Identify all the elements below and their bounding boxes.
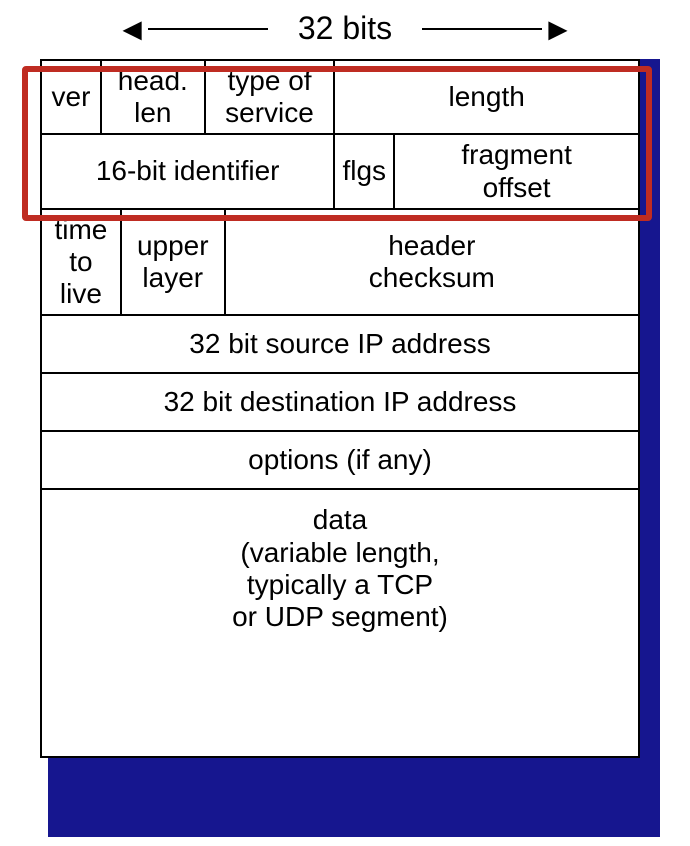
field-label: fragment offset: [461, 139, 572, 202]
ip-header-table: ver head. len type of service length 16-…: [40, 59, 640, 758]
field-length: length: [334, 60, 639, 134]
field-label: time to live: [54, 214, 107, 309]
field-ver: ver: [41, 60, 101, 134]
field-dest-ip: 32 bit destination IP address: [41, 373, 639, 431]
field-ttl: time to live: [41, 209, 121, 316]
table-row: data (variable length, typically a TCP o…: [41, 489, 639, 757]
arrow-left-icon: ◄: [116, 13, 148, 45]
field-source-ip: 32 bit source IP address: [41, 315, 639, 373]
field-label: upper layer: [137, 230, 209, 293]
diagram-stack: ver head. len type of service length 16-…: [30, 59, 650, 758]
field-upper-layer: upper layer: [121, 209, 225, 316]
field-head-len: head. len: [101, 60, 205, 134]
field-label: flgs: [342, 155, 386, 186]
field-header-checksum: header checksum: [225, 209, 639, 316]
arrow-right-group: ►: [422, 13, 574, 45]
field-label: head. len: [118, 65, 188, 128]
field-tos: type of service: [205, 60, 335, 134]
field-label: 32 bit destination IP address: [164, 386, 517, 417]
field-label: type of service: [225, 65, 314, 128]
field-label: 16-bit identifier: [96, 155, 280, 186]
arrow-right-icon: ►: [542, 13, 574, 45]
width-caption-row: ◄ 32 bits ►: [10, 10, 680, 47]
arrow-left-group: ◄: [116, 13, 268, 45]
arrow-left-line: [148, 28, 268, 30]
ip-header-diagram: ◄ 32 bits ► ver head. len type: [10, 10, 680, 758]
table-row: 32 bit source IP address: [41, 315, 639, 373]
field-label: options (if any): [248, 444, 432, 475]
arrow-right-line: [422, 28, 542, 30]
field-data: data (variable length, typically a TCP o…: [41, 489, 639, 757]
field-identifier: 16-bit identifier: [41, 134, 334, 208]
field-label: 32 bit source IP address: [189, 328, 490, 359]
table-row: time to live upper layer header checksum: [41, 209, 639, 316]
field-label: data (variable length, typically a TCP o…: [232, 504, 448, 632]
field-label: header checksum: [369, 230, 495, 293]
field-fragment-offset: fragment offset: [394, 134, 639, 208]
table-row: 16-bit identifier flgs fragment offset: [41, 134, 639, 208]
field-label: length: [449, 81, 525, 112]
field-flgs: flgs: [334, 134, 394, 208]
table-row: options (if any): [41, 431, 639, 489]
table-row: 32 bit destination IP address: [41, 373, 639, 431]
width-caption: 32 bits: [288, 10, 402, 47]
field-options: options (if any): [41, 431, 639, 489]
table-row: ver head. len type of service length: [41, 60, 639, 134]
field-label: ver: [52, 81, 91, 112]
